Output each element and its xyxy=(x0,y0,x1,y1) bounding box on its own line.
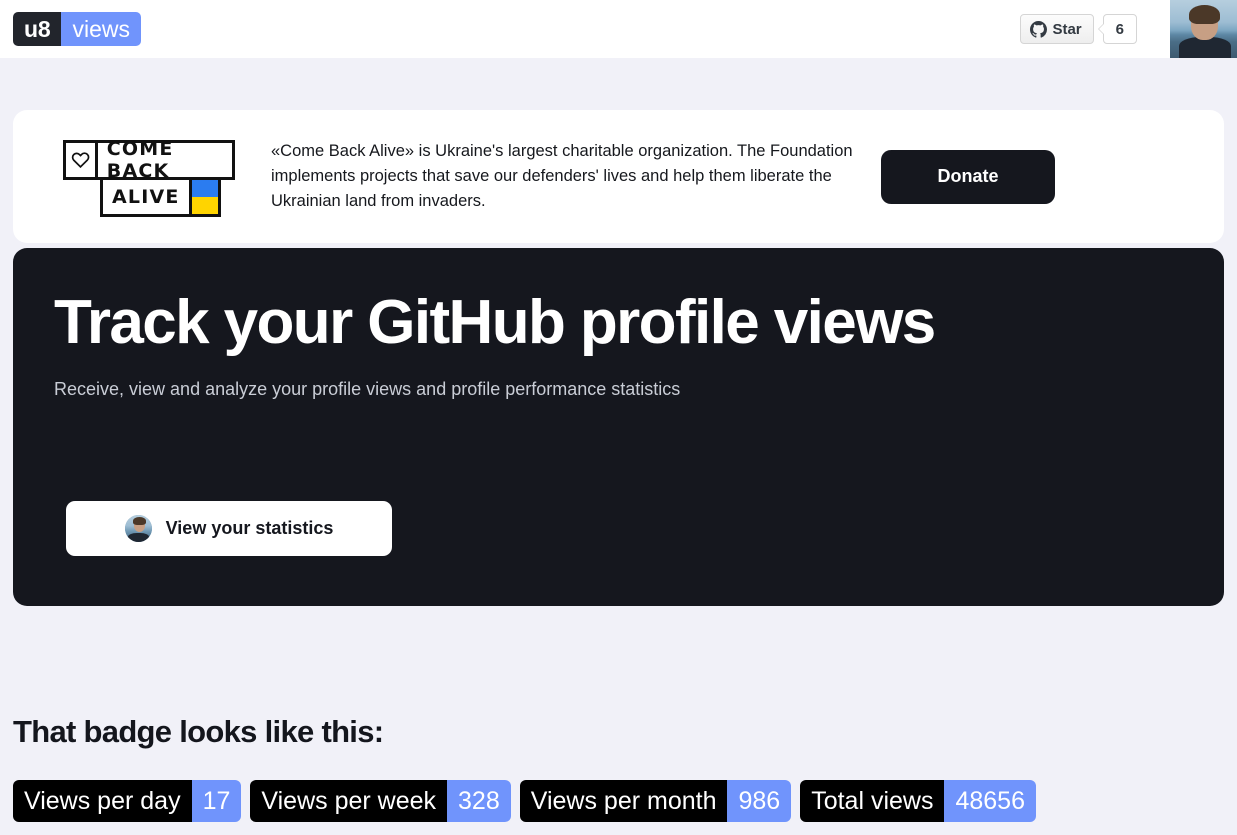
logo-text-views: views xyxy=(61,12,141,46)
badge-views-per-month[interactable]: Views per month 986 xyxy=(519,780,792,822)
github-star-widget: Star 6 xyxy=(1020,14,1137,44)
flag-blue-stripe xyxy=(191,179,218,197)
badge-total-views[interactable]: Total views 48656 xyxy=(800,780,1036,822)
logo-text-u8: u8 xyxy=(13,12,62,46)
badge-views-per-day[interactable]: Views per day 17 xyxy=(13,780,242,822)
badge-list: Views per day 17 Views per week 328 View… xyxy=(0,780,1237,822)
badge-section-heading: That badge looks like this: xyxy=(13,714,384,749)
badge-value: 986 xyxy=(727,780,792,822)
come-back-alive-logo: COME BACK ALIVE xyxy=(63,138,235,217)
avatar-hair xyxy=(132,517,146,525)
banner-description: «Come Back Alive» is Ukraine's largest c… xyxy=(271,142,853,210)
avatar-body xyxy=(127,533,149,542)
github-star-count[interactable]: 6 xyxy=(1097,14,1137,44)
logo-row-top: COME BACK xyxy=(63,138,235,182)
header-right-group: Star 6 xyxy=(1020,0,1237,58)
flag-yellow-stripe xyxy=(191,196,218,214)
badge-value: 17 xyxy=(191,780,242,822)
page-content: COME BACK ALIVE «Come Back Alive» is Ukr… xyxy=(0,110,1237,606)
view-statistics-label: View your statistics xyxy=(165,518,334,538)
badge-label: Views per month xyxy=(519,780,728,822)
header-avatar[interactable] xyxy=(1170,0,1237,58)
view-statistics-button[interactable]: View your statistics xyxy=(66,501,392,556)
come-back-alive-banner: COME BACK ALIVE «Come Back Alive» is Ukr… xyxy=(13,110,1224,243)
badge-value: 328 xyxy=(447,780,511,822)
site-logo[interactable]: u8 views xyxy=(13,12,141,46)
github-star-label: Star xyxy=(1052,20,1082,38)
badge-label: Views per week xyxy=(250,780,448,822)
badge-value: 48656 xyxy=(944,780,1036,822)
github-octocat-icon xyxy=(1030,20,1048,38)
top-header: u8 views Star 6 xyxy=(0,0,1237,58)
donate-button[interactable]: Donate xyxy=(881,149,1055,204)
badge-label: Views per day xyxy=(13,780,192,822)
avatar-hair xyxy=(1189,5,1220,24)
badge-views-per-week[interactable]: Views per week 328 xyxy=(250,780,511,822)
avatar-body xyxy=(1179,37,1231,58)
ukraine-flag-icon xyxy=(191,176,221,217)
logo-text-come-back: COME BACK xyxy=(97,138,235,182)
badge-label: Total views xyxy=(800,780,945,822)
heart-icon xyxy=(63,139,98,180)
logo-row-bottom: ALIVE xyxy=(100,176,221,217)
logo-text-alive: ALIVE xyxy=(100,176,192,217)
hero-section: Track your GitHub profile views Receive,… xyxy=(13,248,1224,606)
github-star-button[interactable]: Star xyxy=(1020,14,1094,44)
cta-avatar xyxy=(124,515,152,542)
page-title: Track your GitHub profile views xyxy=(54,288,936,357)
page-subtitle: Receive, view and analyze your profile v… xyxy=(54,379,681,400)
